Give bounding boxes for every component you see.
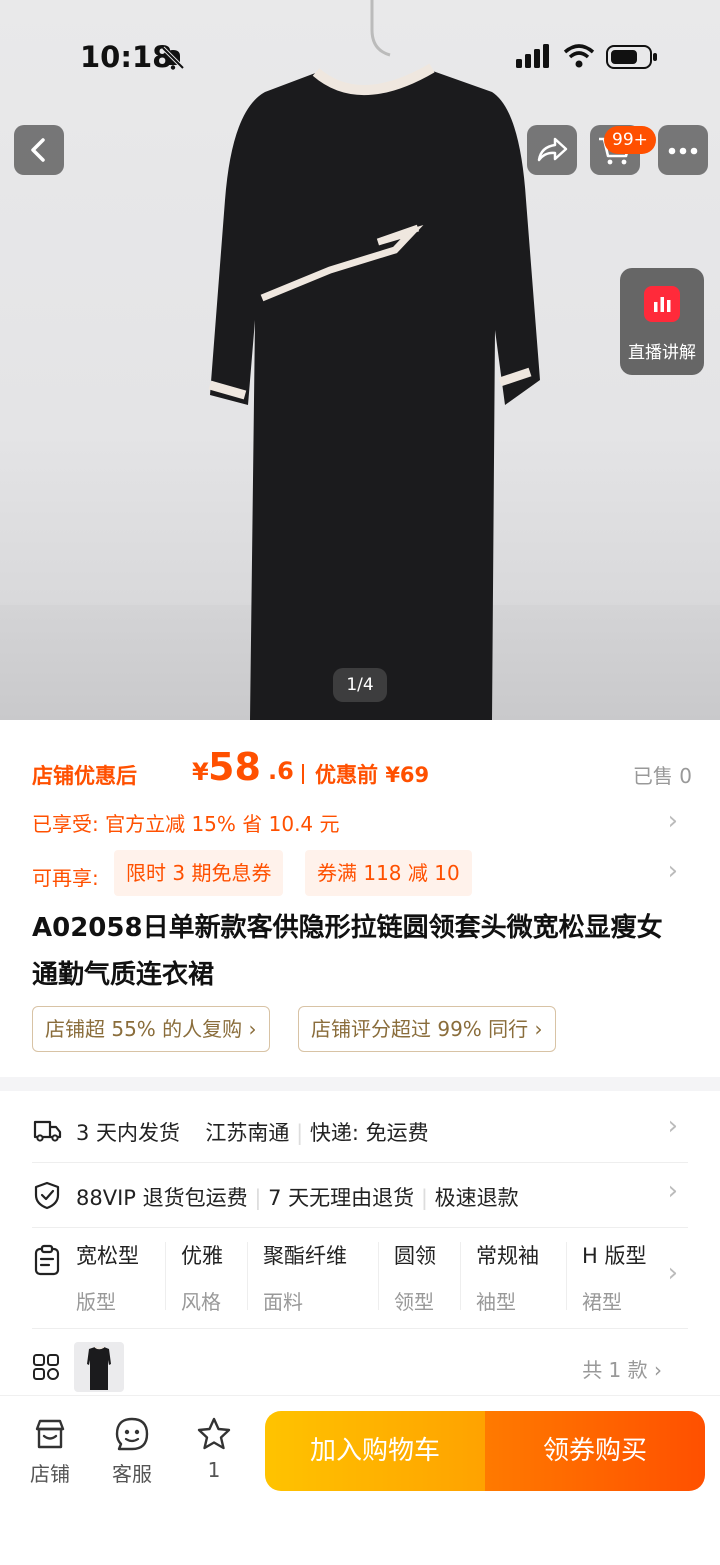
store-icon: [35, 1419, 65, 1449]
attr-value: 聚酯纤维: [263, 1244, 347, 1268]
share-arrow-icon: [537, 137, 568, 162]
service-refund: 极速退款: [434, 1186, 519, 1210]
store-label: 店铺: [30, 1462, 70, 1486]
chevron-right-icon: ›: [667, 1258, 678, 1288]
variants-row[interactable]: 共 1 款 ›: [32, 1340, 688, 1394]
wifi-icon: [563, 44, 595, 68]
chevron-right-icon: ›: [667, 1176, 678, 1206]
divider: [32, 1227, 688, 1228]
live-explain-label: 直播讲解: [628, 343, 696, 363]
dress-thumbnail-icon: [87, 1346, 111, 1390]
cellular-signal-icon: [516, 44, 549, 68]
attr-value: 宽松型: [76, 1244, 139, 1268]
after-discount-label: 店铺优惠后: [32, 764, 137, 788]
enjoyed-discount-row[interactable]: 已享受: 官方立减 15% 省 10.4 元 ›: [32, 806, 688, 838]
attr-key: 领型: [394, 1290, 434, 1314]
attr-divider: [460, 1242, 461, 1310]
more-coupons-lead: 可再享:: [32, 866, 99, 890]
service-guarantee-row[interactable]: 88VIP 退货包运费 | 7 天无理由退货 | 极速退款 ›: [32, 1170, 688, 1220]
attr-style: 优雅 风格: [181, 1240, 223, 1316]
attr-sleeve: 常规袖 袖型: [476, 1240, 539, 1316]
chat-face-icon: [115, 1417, 149, 1451]
price-currency: ¥: [192, 758, 209, 786]
attributes-row[interactable]: 宽松型 版型 优雅 风格 聚酯纤维 面料 圆领 领型 常规袖 袖型 H 版型 裙…: [32, 1240, 688, 1320]
cart-count-badge: 99+: [604, 126, 656, 154]
original-price-value: ¥69: [385, 763, 430, 787]
shipping-row[interactable]: 3 天内发货 江苏南通 | 快递: 免运费 ›: [32, 1105, 688, 1155]
truck-icon: [33, 1120, 62, 1142]
status-time: 10:18: [80, 40, 173, 74]
service-text: 88VIP 退货包运费 | 7 天无理由退货 | 极速退款: [76, 1186, 519, 1210]
service-label: 客服: [112, 1462, 152, 1486]
divider: [32, 1328, 688, 1329]
section-gap: [0, 1077, 720, 1091]
more-coupons-row[interactable]: 可再享: 限时 3 期免息券 券满 118 减 10 ›: [32, 850, 688, 896]
divider: [32, 1162, 688, 1163]
attr-collar: 圆领 领型: [394, 1240, 436, 1316]
battery-icon: [606, 45, 657, 69]
add-to-cart-button[interactable]: 加入购物车: [265, 1411, 485, 1491]
shield-check-icon: [34, 1181, 60, 1210]
mute-bell-icon: [161, 46, 185, 70]
attr-key: 袖型: [476, 1290, 516, 1314]
star-icon: [197, 1417, 231, 1450]
attr-key: 风格: [181, 1290, 221, 1314]
more-button[interactable]: [658, 125, 708, 175]
shipping-text: 3 天内发货 江苏南通 | 快递: 免运费: [76, 1121, 429, 1145]
rating-pill[interactable]: 店铺评分超过 99% 同行 ›: [298, 1006, 556, 1052]
original-price-label: 优惠前: [315, 763, 378, 787]
share-button[interactable]: [527, 125, 577, 175]
live-explain-button[interactable]: 直播讲解: [620, 268, 704, 375]
ship-time: 3 天内发货: [76, 1121, 181, 1145]
attr-key: 版型: [76, 1290, 116, 1314]
attr-divider: [165, 1242, 166, 1310]
attr-divider: [566, 1242, 567, 1310]
price-divider: [302, 764, 304, 784]
enjoyed-discount-text: 已享受: 官方立减 15% 省 10.4 元: [32, 812, 340, 836]
attr-key: 面料: [263, 1290, 303, 1314]
coupon-interest-free[interactable]: 限时 3 期免息券: [114, 850, 284, 896]
ship-origin: 江苏南通: [205, 1121, 290, 1145]
status-bar: 10:18: [0, 0, 720, 120]
service-vip: 88VIP 退货包运费: [76, 1186, 248, 1210]
buy-with-coupon-button[interactable]: 领券购买: [485, 1411, 705, 1491]
attr-divider: [247, 1242, 248, 1310]
attr-value: 圆领: [394, 1244, 436, 1268]
attr-key: 裙型: [582, 1290, 622, 1314]
back-button[interactable]: [14, 125, 64, 175]
chevron-left-icon: [31, 138, 45, 162]
variant-count: 共 1 款 ›: [582, 1358, 662, 1382]
attr-value: 常规袖: [476, 1244, 539, 1268]
image-pager: 1/4: [333, 668, 387, 702]
chevron-right-icon: ›: [667, 1111, 678, 1141]
attr-value: H 版型: [582, 1244, 647, 1268]
chevron-right-icon: ›: [667, 856, 678, 886]
attr-skirt: H 版型 裙型: [582, 1240, 646, 1316]
chevron-right-icon: ›: [667, 806, 678, 836]
favorite-tab[interactable]: 1: [184, 1416, 244, 1482]
price-integer: 58: [208, 745, 261, 789]
customer-service-tab[interactable]: 客服: [102, 1416, 162, 1487]
service-return: 7 天无理由退货: [268, 1186, 415, 1210]
sold-count: 已售 0: [632, 764, 692, 788]
more-dots-icon: [668, 147, 698, 155]
attr-fabric: 聚酯纤维 面料: [263, 1240, 347, 1316]
clipboard-icon: [34, 1244, 60, 1276]
price-row: 店铺优惠后 ¥ 58 .6 优惠前 ¥69 已售 0: [32, 740, 692, 800]
coupon-spend-save[interactable]: 券满 118 减 10: [305, 850, 472, 896]
grid-icon: [33, 1354, 59, 1380]
store-tab[interactable]: 店铺: [20, 1416, 80, 1487]
bottom-action-bar: 店铺 客服 1 加入购物车 领券购买: [0, 1395, 720, 1565]
live-bars-icon: [644, 286, 680, 322]
variant-thumbnail[interactable]: [74, 1342, 124, 1392]
favorite-count: 1: [207, 1458, 221, 1482]
price-decimal: .6: [268, 757, 294, 785]
product-title: A02058日单新款客供隐形拉链圆领套头微宽松显瘦女通勤气质连衣裙: [32, 913, 663, 990]
attr-value: 优雅: [181, 1244, 223, 1268]
attr-fit: 宽松型 版型: [76, 1240, 139, 1316]
original-price: 优惠前 ¥69: [315, 759, 429, 789]
ship-fee: 快递: 免运费: [309, 1121, 429, 1145]
repurchase-pill[interactable]: 店铺超 55% 的人复购 ›: [32, 1006, 270, 1052]
attr-divider: [378, 1242, 379, 1310]
